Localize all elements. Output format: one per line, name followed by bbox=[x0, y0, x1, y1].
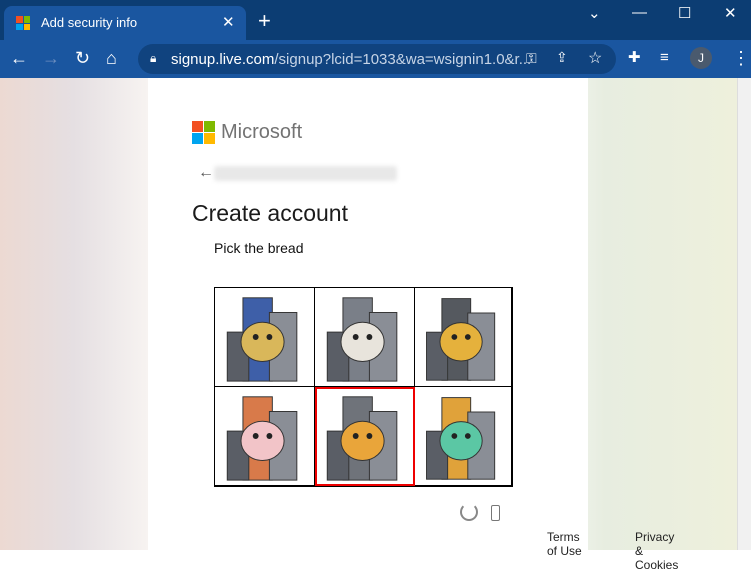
bread-illustration-icon bbox=[326, 396, 398, 481]
captcha-tile-cat[interactable] bbox=[315, 288, 415, 387]
menu-icon[interactable]: ⋮ bbox=[732, 48, 750, 68]
url-host: signup.live.com bbox=[171, 51, 275, 68]
close-window-icon[interactable]: ✕ bbox=[724, 4, 737, 22]
back-arrow-icon[interactable]: ← bbox=[198, 164, 214, 182]
key-icon[interactable]: ⚿ bbox=[526, 50, 537, 67]
tab-title: Add security info bbox=[41, 15, 138, 30]
terms-link[interactable]: Terms of Use bbox=[547, 530, 588, 558]
url-path: /signup?lcid=1033&wa=wsignin1.0&r... bbox=[274, 51, 532, 68]
extensions-icon[interactable]: ✚ bbox=[628, 48, 641, 68]
privacy-link[interactable]: Privacy & Cookies bbox=[635, 530, 678, 572]
profile-avatar[interactable]: J bbox=[690, 47, 712, 69]
captcha-grid bbox=[214, 287, 513, 487]
media-icon[interactable]: ≡ bbox=[660, 48, 669, 68]
bird-illustration-icon bbox=[426, 298, 496, 381]
share-icon[interactable]: ⇪ bbox=[556, 49, 568, 66]
page-content: Microsoft ← Create account Pick the brea… bbox=[0, 78, 737, 572]
cat-illustration-icon bbox=[326, 297, 398, 382]
address-bar[interactable]: 🔒︎ signup.live.com/signup?lcid=1033&wa=w… bbox=[138, 44, 616, 74]
page-title: Create account bbox=[192, 200, 348, 226]
tab-search-icon[interactable]: ⌄ bbox=[588, 4, 601, 22]
reload-icon[interactable]: ↻ bbox=[75, 48, 90, 68]
browser-tab[interactable]: Add security info ✕ bbox=[4, 6, 246, 40]
captcha-tile-pig[interactable] bbox=[215, 387, 315, 486]
minimize-icon[interactable]: — bbox=[632, 4, 647, 21]
microsoft-logo-icon bbox=[192, 121, 215, 144]
maximize-icon[interactable]: ☐ bbox=[678, 4, 691, 22]
brand-name: Microsoft bbox=[221, 121, 303, 143]
captcha-tile-owl[interactable] bbox=[215, 288, 315, 387]
captcha-audio-icon[interactable] bbox=[491, 505, 500, 521]
captcha-tile-bread[interactable] bbox=[315, 387, 415, 486]
captcha-tile-frog[interactable] bbox=[415, 387, 512, 486]
close-tab-icon[interactable]: ✕ bbox=[222, 13, 235, 31]
owl-illustration-icon bbox=[226, 297, 298, 382]
blurred-email bbox=[214, 166, 397, 181]
captcha-reload-icon[interactable] bbox=[460, 503, 478, 521]
signup-card: Microsoft ← Create account Pick the brea… bbox=[148, 78, 678, 572]
new-tab-icon[interactable]: + bbox=[258, 8, 271, 34]
toolbar: ← → ↻ ⌂ 🔒︎ signup.live.com/signup?lcid=1… bbox=[0, 40, 751, 78]
pig-illustration-icon bbox=[226, 396, 298, 481]
title-bar: Add security info ✕ + ⌄ — ☐ ✕ bbox=[0, 0, 751, 40]
lock-icon: 🔒︎ bbox=[150, 51, 157, 65]
captcha-tile-bird[interactable] bbox=[415, 288, 512, 387]
back-icon[interactable]: ← bbox=[10, 48, 28, 68]
star-icon[interactable]: ☆ bbox=[588, 48, 602, 68]
frog-illustration-icon bbox=[426, 397, 496, 480]
forward-icon[interactable]: → bbox=[42, 48, 60, 68]
scrollbar[interactable] bbox=[737, 78, 751, 550]
home-icon[interactable]: ⌂ bbox=[106, 48, 117, 68]
captcha-prompt: Pick the bread bbox=[214, 240, 304, 256]
microsoft-favicon-icon bbox=[16, 16, 30, 30]
